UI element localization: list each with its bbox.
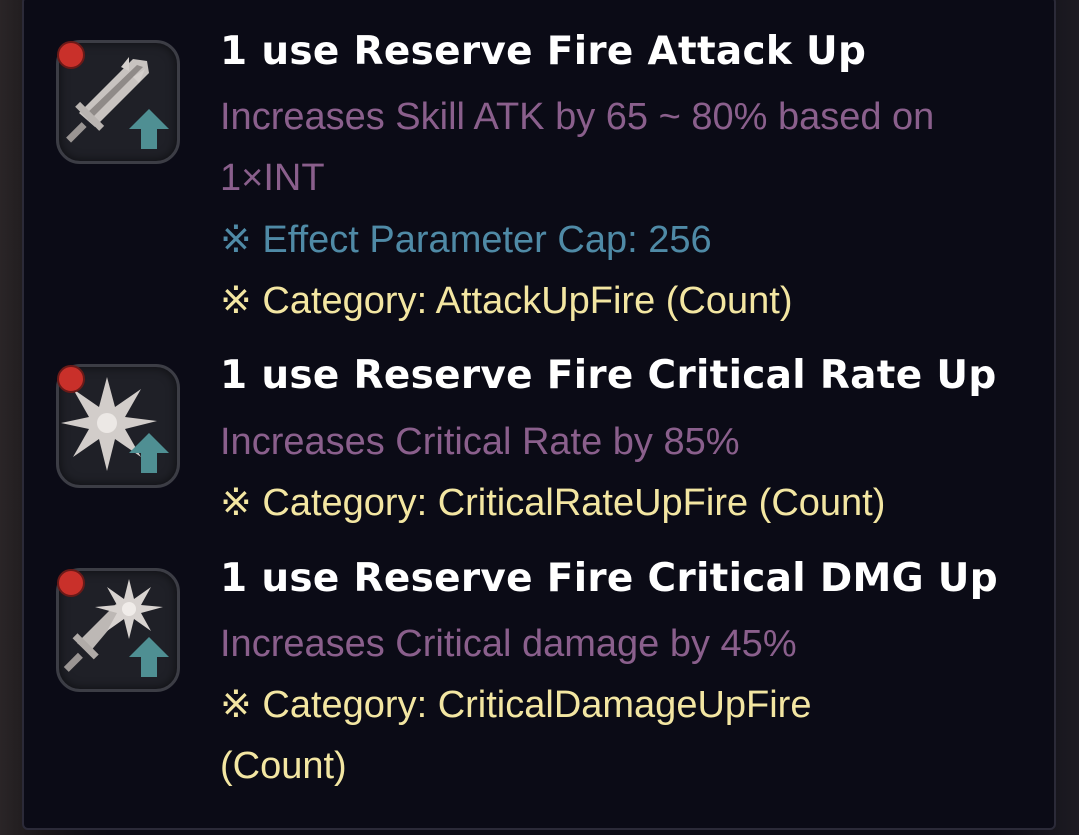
effect-title: 1 use Reserve Fire Attack Up bbox=[220, 29, 867, 74]
effect-description-line: Increases Critical damage by 45% bbox=[220, 623, 797, 665]
fire-element-dot bbox=[57, 569, 85, 597]
effect-description-line: 1×INT bbox=[220, 157, 325, 199]
effect-tooltip-panel: 1 use Reserve Fire Attack Up Increases S… bbox=[22, 0, 1056, 830]
effect-category: ※ Category: AttackUpFire (Count) bbox=[220, 280, 793, 322]
effect-description-line: Increases Skill ATK by 65 ~ 80% based on bbox=[220, 96, 935, 138]
effect-category: ※ Category: CriticalRateUpFire (Count) bbox=[220, 482, 886, 524]
effect-description-line: Increases Critical Rate by 85% bbox=[220, 421, 740, 463]
effect-title: 1 use Reserve Fire Critical DMG Up bbox=[220, 556, 998, 601]
effect-title: 1 use Reserve Fire Critical Rate Up bbox=[220, 353, 997, 398]
effect-icon-critical-dmg-up bbox=[56, 568, 180, 692]
fire-element-dot bbox=[57, 41, 85, 69]
effect-category: (Count) bbox=[220, 745, 347, 787]
effect-parameter-cap: ※ Effect Parameter Cap: 256 bbox=[220, 219, 712, 261]
fire-element-dot bbox=[57, 365, 85, 393]
effect-icon-critical-rate-up bbox=[56, 364, 180, 488]
effect-icon-attack-up bbox=[56, 40, 180, 164]
effect-category: ※ Category: CriticalDamageUpFire bbox=[220, 684, 812, 726]
